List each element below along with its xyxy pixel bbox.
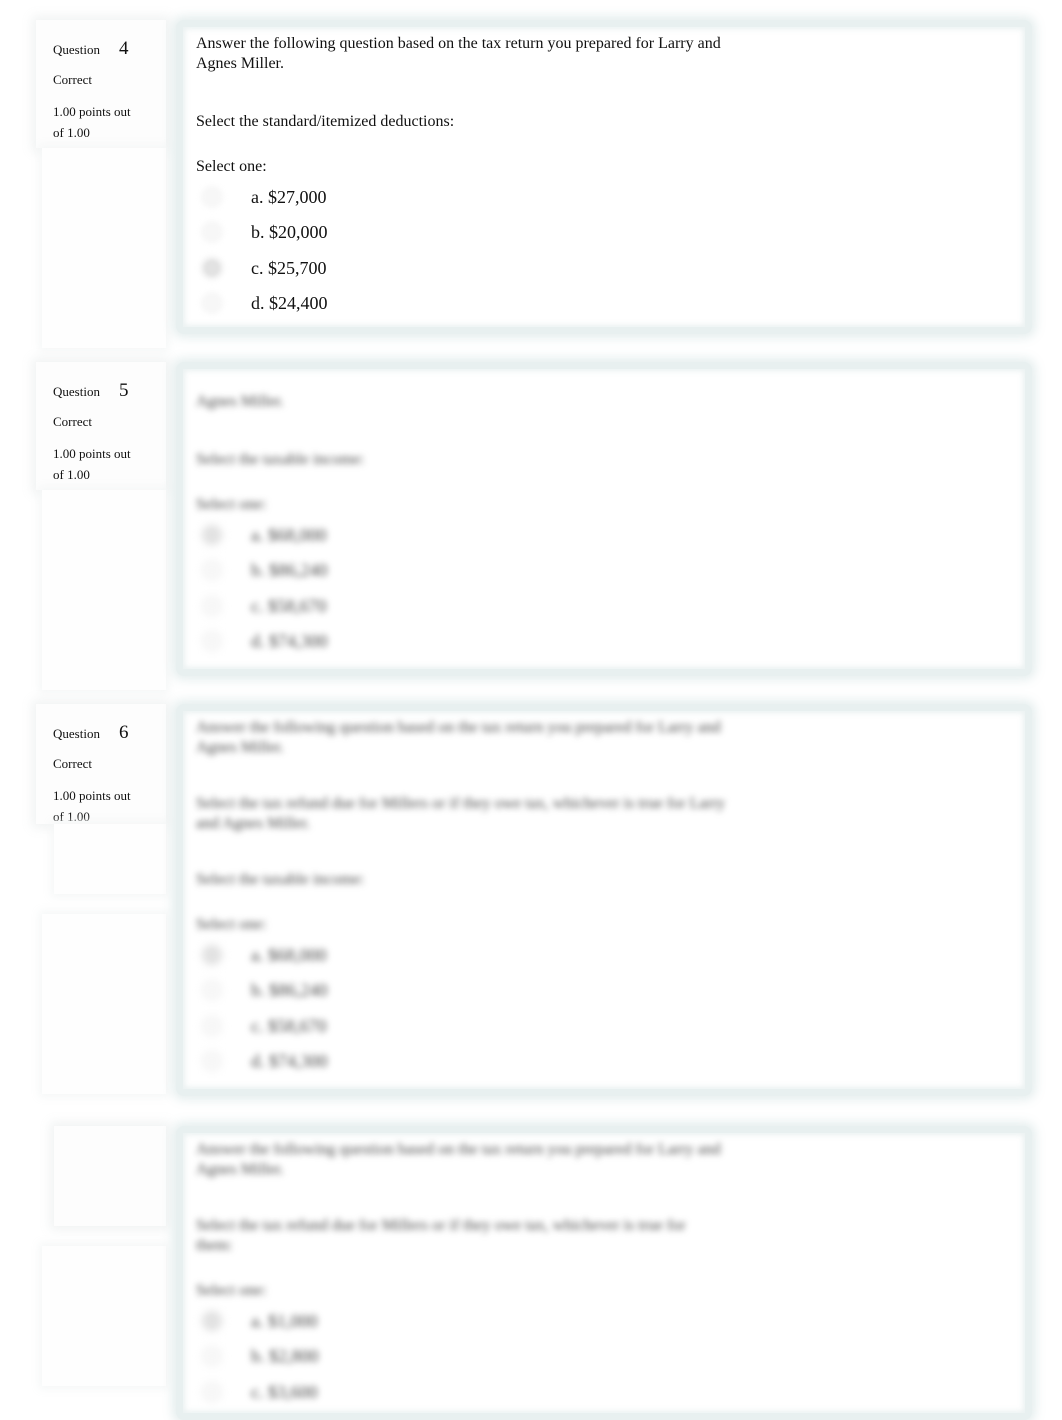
select-one-label: Select one: bbox=[196, 496, 267, 513]
answer-label: c. $25,700 bbox=[251, 257, 327, 278]
radio-icon[interactable] bbox=[204, 1383, 220, 1400]
answer-option-d[interactable]: d. $24,400 bbox=[196, 286, 1025, 322]
radio-icon[interactable] bbox=[204, 188, 220, 205]
question-text-blurred: Answer the following question based on t… bbox=[183, 711, 1025, 1079]
answer-options: a. $68,000 b. $86,240 c. $58,670 d. $74,… bbox=[196, 517, 1025, 659]
question-label: Question bbox=[53, 726, 100, 741]
question-state: Correct bbox=[53, 756, 92, 771]
question-label: Question bbox=[53, 384, 100, 399]
answer-option-c[interactable]: c. $58,670 bbox=[196, 1008, 1025, 1044]
answer-label: c. $58,670 bbox=[251, 1015, 327, 1036]
answer-options: a. $68,000 b. $86,240 c. $58,670 d. $74,… bbox=[196, 937, 1025, 1079]
answer-label: c. $3,600 bbox=[251, 1381, 318, 1402]
answer-option-b[interactable]: b. $20,000 bbox=[196, 215, 1025, 251]
answer-label: d. $74,300 bbox=[251, 1051, 328, 1072]
question-card: Answer the following question based on t… bbox=[176, 20, 1032, 334]
question-number: 5 bbox=[119, 380, 129, 401]
answer-option-a[interactable]: a. $68,000 bbox=[196, 937, 1025, 973]
question-state: Correct bbox=[53, 414, 92, 429]
answer-option-a[interactable]: a. $68,000 bbox=[196, 517, 1025, 553]
radio-icon[interactable] bbox=[204, 224, 220, 241]
answer-option-c[interactable]: c. $58,670 bbox=[196, 588, 1025, 624]
answer-label: b. $86,240 bbox=[251, 980, 328, 1001]
answer-label: a. $1,000 bbox=[251, 1310, 318, 1331]
question-intro: Answer the following question based on t… bbox=[196, 35, 721, 72]
answer-label: a. $68,000 bbox=[251, 524, 327, 545]
radio-checked-icon[interactable] bbox=[204, 1312, 220, 1329]
answer-option-d[interactable]: d. $74,300 bbox=[196, 624, 1025, 660]
info-lower-panel bbox=[42, 490, 166, 690]
question-grade: 1.00 points out of 1.00 bbox=[53, 446, 131, 482]
question-subtext: Select the tax refund due for Millers or… bbox=[196, 795, 726, 832]
question-prompt: Select the taxable income: bbox=[196, 871, 365, 888]
radio-icon[interactable] bbox=[204, 1348, 220, 1365]
question-prompt: Select the tax refund due for Millers or… bbox=[196, 1217, 686, 1254]
select-one-label: Select one: bbox=[196, 158, 267, 175]
info-lower-panel bbox=[42, 148, 166, 348]
question-number: 6 bbox=[119, 722, 129, 743]
answer-options: a. $1,000 b. $2,800 c. $3,600 bbox=[196, 1303, 1025, 1410]
answer-label: b. $2,800 bbox=[251, 1346, 319, 1367]
info-lower-panel bbox=[42, 1246, 166, 1386]
question-text-blurred: Agnes Miller. Select the taxable income:… bbox=[183, 369, 1025, 659]
question-number: 4 bbox=[119, 38, 129, 59]
question-text-blurred: Answer the following question based on t… bbox=[183, 1133, 1025, 1410]
info-lower-panel bbox=[42, 914, 166, 1094]
radio-icon[interactable] bbox=[204, 562, 220, 579]
select-one-label: Select one: bbox=[196, 1282, 267, 1299]
radio-icon[interactable] bbox=[204, 982, 220, 999]
answer-label: b. $20,000 bbox=[251, 222, 328, 243]
answer-option-b[interactable]: b. $2,800 bbox=[196, 1339, 1025, 1375]
question-number-row: Question 5 bbox=[53, 380, 129, 402]
question-intro: Answer the following question based on t… bbox=[196, 719, 721, 756]
answer-option-c[interactable]: c. $25,700 bbox=[196, 250, 1025, 286]
radio-icon[interactable] bbox=[204, 1017, 220, 1034]
radio-icon[interactable] bbox=[204, 1053, 220, 1070]
question-info bbox=[54, 1126, 166, 1226]
question-prompt: Select the taxable income: bbox=[196, 451, 365, 468]
radio-icon[interactable] bbox=[204, 633, 220, 650]
info-lower-panel bbox=[54, 824, 166, 894]
question-info: Question 6 Correct 1.00 points out of 1.… bbox=[36, 704, 166, 824]
question-text: Answer the following question based on t… bbox=[183, 27, 1025, 321]
radio-checked-icon[interactable] bbox=[204, 526, 220, 543]
question-intro: Agnes Miller. bbox=[196, 393, 284, 410]
question-info: Question 4 Correct 1.00 points out of 1.… bbox=[36, 20, 166, 148]
answer-label: a. $27,000 bbox=[251, 186, 327, 207]
radio-checked-icon[interactable] bbox=[204, 946, 220, 963]
select-one-label: Select one: bbox=[196, 916, 267, 933]
answer-option-c[interactable]: c. $3,600 bbox=[196, 1374, 1025, 1410]
question-intro: Answer the following question based on t… bbox=[196, 1141, 721, 1178]
answer-label: a. $68,000 bbox=[251, 944, 327, 965]
answer-options: a. $27,000 b. $20,000 c. $25,700 d. $24,… bbox=[196, 179, 1025, 321]
answer-option-b[interactable]: b. $86,240 bbox=[196, 553, 1025, 589]
answer-option-d[interactable]: d. $74,300 bbox=[196, 1044, 1025, 1080]
question-card: Answer the following question based on t… bbox=[176, 704, 1032, 1096]
question-state: Correct bbox=[53, 72, 92, 87]
radio-icon[interactable] bbox=[204, 295, 220, 312]
radio-checked-icon[interactable] bbox=[204, 259, 220, 276]
answer-label: b. $86,240 bbox=[251, 560, 328, 581]
question-number-row: Question 4 bbox=[53, 38, 129, 60]
answer-option-b[interactable]: b. $86,240 bbox=[196, 973, 1025, 1009]
question-grade: 1.00 points out of 1.00 bbox=[53, 104, 131, 140]
question-prompt: Select the standard/itemized deductions: bbox=[196, 113, 455, 130]
question-card: Agnes Miller. Select the taxable income:… bbox=[176, 362, 1032, 676]
question-label: Question bbox=[53, 42, 100, 57]
answer-option-a[interactable]: a. $27,000 bbox=[196, 179, 1025, 215]
answer-label: d. $74,300 bbox=[251, 631, 328, 652]
answer-label: d. $24,400 bbox=[251, 293, 328, 314]
answer-option-a[interactable]: a. $1,000 bbox=[196, 1303, 1025, 1339]
question-grade: 1.00 points out of 1.00 bbox=[53, 788, 131, 824]
answer-label: c. $58,670 bbox=[251, 595, 327, 616]
question-number-row: Question 6 bbox=[53, 722, 129, 744]
question-info: Question 5 Correct 1.00 points out of 1.… bbox=[36, 362, 166, 490]
radio-icon[interactable] bbox=[204, 597, 220, 614]
